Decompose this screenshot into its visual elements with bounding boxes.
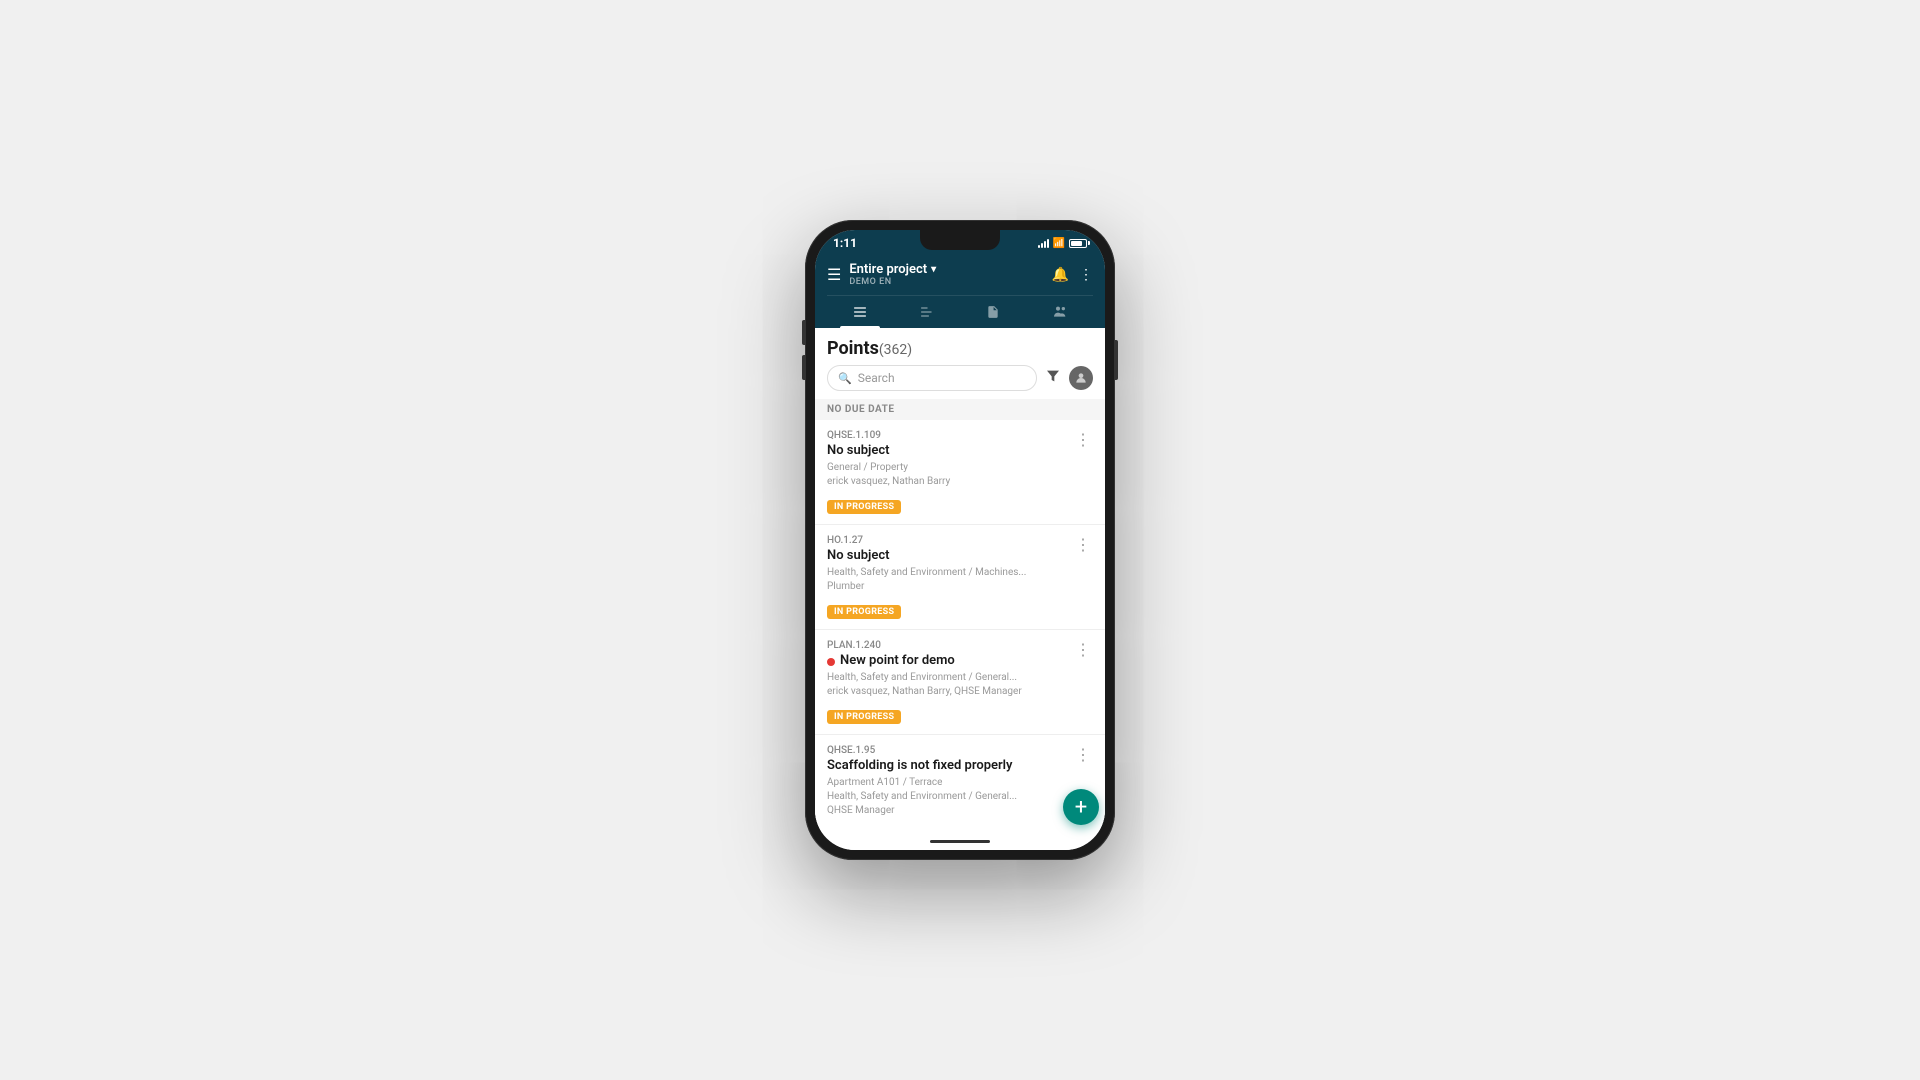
gantt-tab-icon <box>919 304 935 320</box>
status-time: 1:11 <box>833 236 857 250</box>
point-title: New point for demo <box>840 653 955 668</box>
card-more-icon[interactable]: ⋮ <box>1073 745 1093 764</box>
table-row: QHSE.1.95 Scaffolding is not fixed prope… <box>815 735 1105 832</box>
section-header-no-due-date: NO DUE DATE <box>815 399 1105 420</box>
document-tab-icon <box>986 304 1000 320</box>
card-more-icon[interactable]: ⋮ <box>1073 430 1093 449</box>
card-more-icon[interactable]: ⋮ <box>1073 640 1093 659</box>
tab-list[interactable] <box>827 296 894 328</box>
phone-screen: 1:11 📶 ☰ <box>815 230 1105 850</box>
battery-icon <box>1069 239 1087 248</box>
search-box[interactable]: 🔍 Search <box>827 365 1037 391</box>
point-meta: Apartment A101 / TerraceHealth, Safety a… <box>827 776 1017 818</box>
point-title: No subject <box>827 548 1026 563</box>
phone-notch <box>920 230 1000 250</box>
volume-up-button <box>802 320 805 345</box>
header-right: 🔔 ⋮ <box>1052 267 1093 283</box>
project-name-label[interactable]: Entire project ▾ <box>849 262 936 277</box>
project-subtitle: DEMO EN <box>849 277 936 287</box>
table-row: HO.1.27 No subject Health, Safety and En… <box>815 525 1105 630</box>
search-container: 🔍 Search <box>815 365 1105 399</box>
project-dropdown-arrow: ▾ <box>931 264 936 275</box>
search-icon: 🔍 <box>838 372 852 385</box>
point-meta: Health, Safety and Environment / Machine… <box>827 566 1026 594</box>
wifi-icon: 📶 <box>1053 238 1065 249</box>
people-tab-icon <box>1052 304 1068 320</box>
tab-document[interactable] <box>960 296 1027 328</box>
status-badge: IN PROGRESS <box>827 605 901 619</box>
list-tab-icon <box>852 304 868 320</box>
home-indicator-bar <box>815 832 1105 850</box>
add-point-fab[interactable]: + <box>1063 789 1099 825</box>
tab-people[interactable] <box>1027 296 1094 328</box>
status-badge: IN PROGRESS <box>827 710 901 724</box>
tab-bar <box>827 295 1093 328</box>
signal-icon <box>1038 239 1049 248</box>
notification-icon[interactable]: 🔔 <box>1052 267 1069 283</box>
card-more-icon[interactable]: ⋮ <box>1073 535 1093 554</box>
point-id: PLAN.1.240 <box>827 640 1073 651</box>
filter-icon[interactable] <box>1045 368 1061 388</box>
point-meta: Health, Safety and Environment / General… <box>827 671 1073 699</box>
power-button <box>1115 340 1118 380</box>
app-header: ☰ Entire project ▾ DEMO EN 🔔 ⋮ <box>815 254 1105 328</box>
home-indicator <box>930 840 990 843</box>
status-icons: 📶 <box>1038 238 1087 249</box>
point-id: QHSE.1.109 <box>827 430 950 441</box>
red-dot-indicator <box>827 658 835 666</box>
status-badge: IN PROGRESS <box>827 500 901 514</box>
table-row: PLAN.1.240 New point for demo Health, Sa… <box>815 630 1105 735</box>
point-id: QHSE.1.95 <box>827 745 1017 756</box>
point-id: HO.1.27 <box>827 535 1026 546</box>
volume-down-button <box>802 355 805 380</box>
table-row: QHSE.1.109 No subject General / Property… <box>815 420 1105 525</box>
hamburger-icon[interactable]: ☰ <box>827 265 841 284</box>
point-title: No subject <box>827 443 950 458</box>
points-count: (362) <box>879 342 912 358</box>
tab-gantt[interactable] <box>894 296 961 328</box>
main-content: Points(362) 🔍 Search <box>815 328 1105 832</box>
points-header: Points(362) <box>815 328 1105 365</box>
points-list[interactable]: QHSE.1.109 No subject General / Property… <box>815 420 1105 832</box>
point-meta: General / Propertyerick vasquez, Nathan … <box>827 461 950 489</box>
avatar-filter-icon[interactable] <box>1069 366 1093 390</box>
search-placeholder: Search <box>858 371 895 385</box>
more-options-icon[interactable]: ⋮ <box>1079 267 1093 283</box>
point-title: Scaffolding is not fixed properly <box>827 758 1017 773</box>
fab-plus-icon: + <box>1075 795 1087 820</box>
phone-frame: 1:11 📶 ☰ <box>805 220 1115 860</box>
header-left: ☰ Entire project ▾ DEMO EN <box>827 262 936 287</box>
points-title: Points <box>827 338 879 359</box>
project-info: Entire project ▾ DEMO EN <box>849 262 936 287</box>
